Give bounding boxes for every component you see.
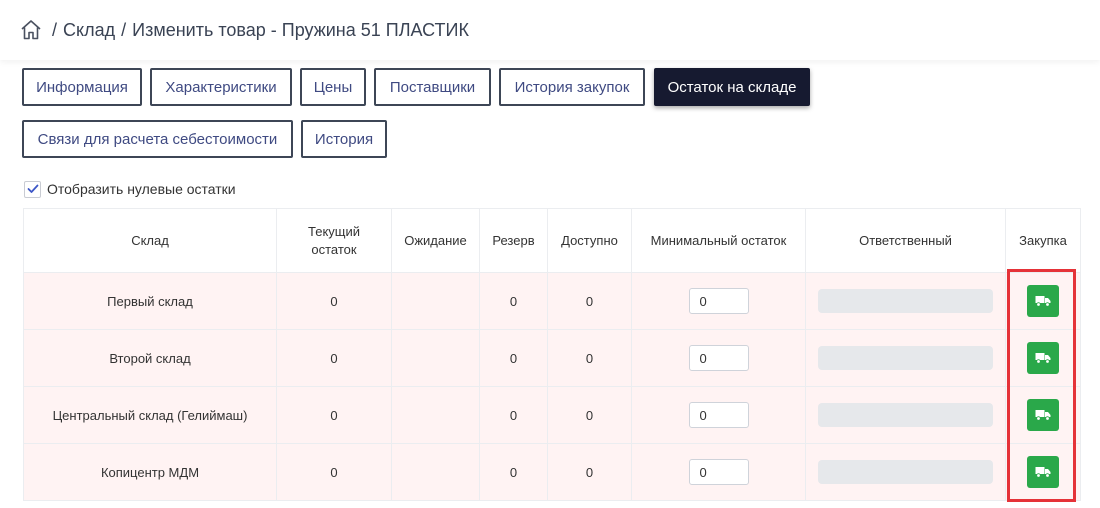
show-zero-label[interactable]: Отобразить нулевые остатки	[47, 181, 236, 197]
tab-info[interactable]: Информация	[22, 68, 142, 106]
cell-current: 0	[276, 329, 392, 387]
cell-reserve: 0	[479, 386, 548, 444]
col-current-line1: Текущий	[308, 223, 360, 239]
cell-warehouse: Первый склад	[23, 272, 277, 330]
show-zero-checkbox[interactable]	[24, 180, 41, 198]
cell-reserve: 0	[479, 443, 548, 501]
table-row: Копицентр МДМ 0 0 0	[23, 443, 1081, 501]
cell-waiting	[391, 443, 480, 501]
cell-reserve: 0	[479, 272, 548, 330]
cell-current: 0	[276, 272, 392, 330]
table-row: Второй склад 0 0 0	[23, 329, 1081, 387]
breadcrumb-separator: /	[121, 19, 127, 40]
breadcrumb-item-current: Изменить товар - Пружина 51 ПЛАСТИК	[132, 19, 469, 40]
check-icon	[27, 184, 38, 193]
responsible-select[interactable]	[818, 346, 993, 370]
responsible-select[interactable]	[818, 460, 993, 484]
cell-responsible	[805, 386, 1006, 444]
cell-responsible	[805, 329, 1006, 387]
col-reserve: Резерв	[479, 208, 548, 273]
home-icon[interactable]	[20, 19, 42, 41]
cell-current: 0	[276, 443, 392, 501]
tab-purchase-history[interactable]: История закупок	[499, 68, 645, 106]
table-row: Первый склад 0 0 0	[23, 272, 1081, 330]
cell-available: 0	[547, 443, 632, 501]
cell-waiting	[391, 329, 480, 387]
responsible-select[interactable]	[818, 403, 993, 427]
col-purchase: Закупка	[1005, 208, 1081, 273]
tab-characteristics[interactable]: Характеристики	[150, 68, 292, 106]
col-current-line2: остаток	[311, 241, 357, 257]
min-stock-input[interactable]	[688, 459, 749, 485]
col-available: Доступно	[547, 208, 632, 273]
min-stock-input[interactable]	[688, 402, 749, 428]
col-responsible: Ответственный	[805, 208, 1006, 273]
show-zero-row: Отобразить нулевые остатки	[24, 179, 236, 199]
col-waiting: Ожидание	[391, 208, 480, 273]
cell-current: 0	[276, 386, 392, 444]
breadcrumb-separator: /	[52, 19, 58, 40]
cell-min-stock	[631, 272, 806, 330]
breadcrumb-item-warehouse[interactable]: Склад	[63, 20, 115, 41]
cell-reserve: 0	[479, 329, 548, 387]
cell-responsible	[805, 443, 1006, 501]
breadcrumb: / Склад / Изменить товар - Пружина 51 ПЛ…	[20, 18, 469, 42]
tab-suppliers[interactable]: Поставщики	[374, 68, 491, 106]
cell-responsible	[805, 272, 1006, 330]
col-min-stock: Минимальный остаток	[631, 208, 806, 273]
table-header-row: Склад Текущий остаток Ожидание Резерв Дос…	[23, 208, 1081, 273]
cell-warehouse: Копицентр МДМ	[23, 443, 277, 501]
cell-warehouse: Центральный склад (Гелиймаш)	[23, 386, 277, 444]
cell-min-stock	[631, 329, 806, 387]
tab-warehouse-stock[interactable]: Остаток на складе	[654, 68, 810, 106]
cell-available: 0	[547, 386, 632, 444]
col-warehouse: Склад	[23, 208, 277, 273]
col-current: Текущий остаток	[276, 208, 392, 273]
tab-history[interactable]: История	[301, 120, 387, 158]
cell-available: 0	[547, 272, 632, 330]
cell-waiting	[391, 386, 480, 444]
cell-available: 0	[547, 329, 632, 387]
tab-cost-links[interactable]: Связи для расчета себестоимости	[22, 120, 293, 158]
cell-waiting	[391, 272, 480, 330]
top-bar: / Склад / Изменить товар - Пружина 51 ПЛ…	[0, 0, 1100, 60]
cell-warehouse: Второй склад	[23, 329, 277, 387]
cell-min-stock	[631, 443, 806, 501]
tab-prices[interactable]: Цены	[300, 68, 366, 106]
table-row: Центральный склад (Гелиймаш) 0 0 0	[23, 386, 1081, 444]
responsible-select[interactable]	[818, 289, 993, 313]
purchase-column-highlight	[1007, 269, 1076, 502]
min-stock-input[interactable]	[688, 345, 749, 371]
min-stock-input[interactable]	[688, 288, 749, 314]
cell-min-stock	[631, 386, 806, 444]
stock-table: Склад Текущий остаток Ожидание Резерв Дос…	[23, 208, 1081, 501]
